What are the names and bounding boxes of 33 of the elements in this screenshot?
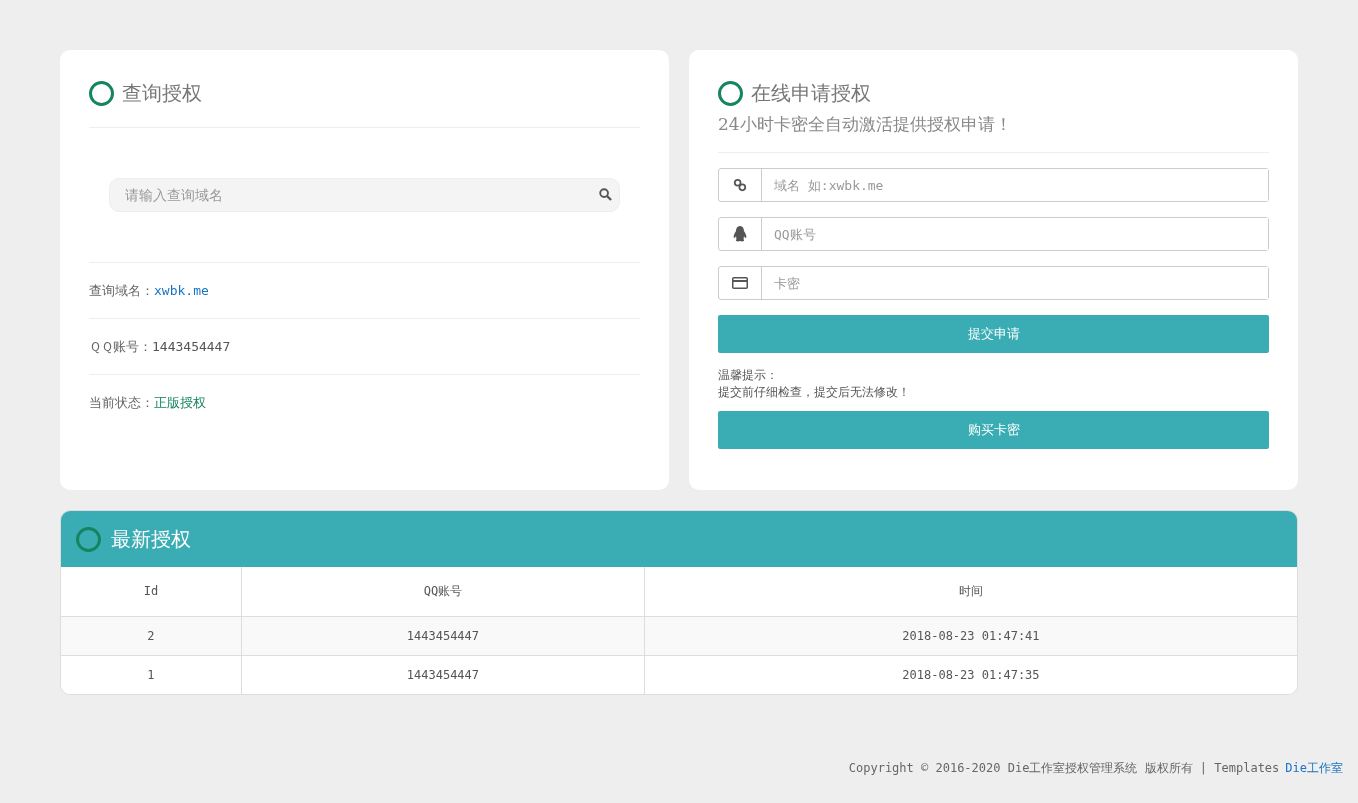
column-header: Id [61,567,242,616]
info-label: ＱＱ账号： [89,337,152,356]
ring-icon [76,526,101,552]
column-header: 时间 [644,567,1297,616]
ring-icon [89,81,114,106]
search-icon[interactable] [599,188,612,201]
submit-button[interactable]: 提交申请 [718,315,1269,353]
panel-subtitle: 24小时卡密全自动激活提供授权申请！ [718,113,1013,136]
info-label: 查询域名： [89,281,154,300]
panel-title: 最新授权 [111,525,191,553]
table-cell: 2018-08-23 01:47:41 [644,616,1297,655]
info-value: 正版授权 [154,394,206,412]
table-cell: 1443454447 [241,616,645,655]
tip-title: 温馨提示： [718,367,779,384]
info-value: 1443454447 [152,339,231,354]
penguin-icon [733,226,747,242]
copyright-text: Copyright © 2016-2020 Die工作室授权管理系统 版权所有 | Templates [848,761,1280,775]
table-cell: 2 [61,616,242,655]
column-header: QQ账号 [241,567,645,616]
buy-button[interactable]: 购买卡密 [718,411,1269,449]
search-field[interactable]: 请输入查询域名 [109,178,620,212]
ring-icon [718,81,743,106]
table-cell: 2018-08-23 01:47:35 [644,655,1297,694]
table-cell: 1 [61,655,242,694]
credit-card-icon [732,277,748,289]
table-cell: 1443454447 [241,655,645,694]
panel-title: 在线申请授权 [751,80,871,107]
footer-link[interactable]: Die工作室 [1285,761,1343,775]
tip-text: 提交前仔细检查，提交后无法修改！ [718,384,911,401]
info-value[interactable]: xwbk.me [154,283,209,298]
info-label: 当前状态： [89,394,154,412]
panel-title: 查询授权 [122,80,202,107]
link-icon [733,178,747,192]
